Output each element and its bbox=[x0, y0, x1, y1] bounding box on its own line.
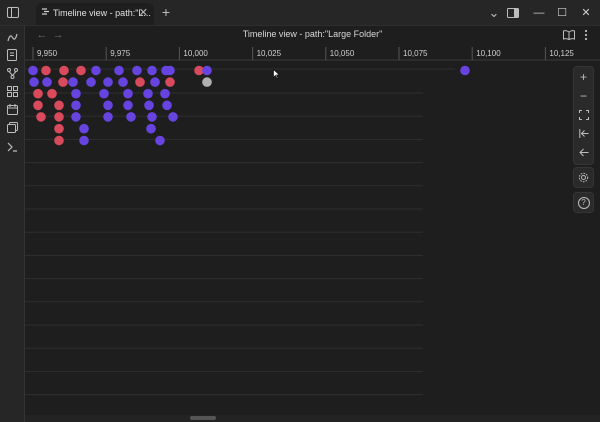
timeline-dot-purple[interactable] bbox=[126, 112, 136, 122]
timeline-dot-red[interactable] bbox=[76, 65, 86, 76]
timeline-dot-red[interactable] bbox=[135, 77, 145, 87]
timeline-dot-purple[interactable] bbox=[103, 77, 113, 87]
zoom-in-button[interactable]: + bbox=[574, 67, 593, 86]
close-window-button[interactable]: ✕ bbox=[570, 0, 600, 25]
timeline-dot-purple[interactable] bbox=[460, 65, 470, 76]
ruler-tick-label: 10,025 bbox=[257, 49, 282, 58]
ruler-tick-label: 10,000 bbox=[183, 49, 208, 58]
timeline-dot-red[interactable] bbox=[33, 88, 43, 99]
timeline-dot-red[interactable] bbox=[54, 135, 64, 146]
chevron-down-icon[interactable]: ⌄ bbox=[486, 0, 502, 25]
settings-button[interactable] bbox=[573, 167, 594, 188]
branch-icon[interactable] bbox=[0, 64, 24, 82]
title-bar: Timeline view - path:"L... ✕ + ⌄ — ☐ ✕ bbox=[0, 0, 600, 26]
timeline-dot-red[interactable] bbox=[59, 65, 69, 76]
timeline-dot-purple[interactable] bbox=[114, 65, 124, 76]
scrollbar-thumb[interactable] bbox=[190, 416, 216, 420]
timeline-dot-purple[interactable] bbox=[79, 135, 89, 146]
help-button[interactable]: ? bbox=[573, 192, 594, 213]
more-options-icon[interactable] bbox=[579, 26, 593, 44]
timeline-dot-purple[interactable] bbox=[91, 65, 101, 76]
fit-view-button[interactable] bbox=[574, 105, 593, 124]
timeline-dot-purple[interactable] bbox=[155, 135, 165, 146]
timeline-dot-grey[interactable] bbox=[202, 77, 212, 87]
timeline-dot-purple[interactable] bbox=[147, 112, 157, 122]
timeline-dot-purple[interactable] bbox=[165, 65, 175, 76]
horizontal-scrollbar[interactable] bbox=[25, 415, 600, 422]
timeline-dot-red[interactable] bbox=[165, 77, 175, 87]
timeline-tab-icon bbox=[41, 7, 50, 18]
timeline-dot-red[interactable] bbox=[54, 100, 64, 111]
timeline-dot-red[interactable] bbox=[54, 112, 64, 122]
timeline-dot-purple[interactable] bbox=[202, 65, 212, 76]
timeline-dot-red[interactable] bbox=[54, 123, 64, 134]
gear-icon bbox=[578, 172, 589, 183]
timeline-dot-purple[interactable] bbox=[150, 77, 160, 87]
jump-start-icon bbox=[578, 129, 588, 138]
graph-icon[interactable] bbox=[0, 28, 24, 46]
sidebar-toggle-icon[interactable] bbox=[4, 0, 22, 25]
scroll-left-button[interactable] bbox=[574, 143, 593, 162]
ruler-tick-label: 10,075 bbox=[403, 49, 428, 58]
split-view-icon[interactable] bbox=[505, 0, 521, 25]
timeline-dot-purple[interactable] bbox=[86, 77, 96, 87]
ruler-tick-label: 10,125 bbox=[549, 49, 574, 58]
copy-icon[interactable] bbox=[0, 118, 24, 136]
timeline-dot-purple[interactable] bbox=[160, 88, 170, 99]
timeline-dot-purple[interactable] bbox=[168, 112, 178, 122]
ruler-tick-label: 9,950 bbox=[37, 49, 58, 58]
mouse-cursor-icon bbox=[273, 68, 281, 82]
timeline-dot-purple[interactable] bbox=[29, 77, 39, 87]
arrow-left-icon bbox=[578, 148, 588, 157]
timeline-dot-purple[interactable] bbox=[132, 65, 142, 76]
fit-view-icon bbox=[578, 109, 589, 120]
timeline-dot-purple[interactable] bbox=[71, 100, 81, 111]
timeline-dot-purple[interactable] bbox=[71, 88, 81, 99]
tab-timeline-view[interactable]: Timeline view - path:"L... ✕ bbox=[36, 3, 154, 25]
files-icon[interactable] bbox=[0, 46, 24, 64]
timeline-dot-purple[interactable] bbox=[68, 77, 78, 87]
tab-label: Timeline view - path:"L... bbox=[53, 8, 151, 18]
timeline-dot-purple[interactable] bbox=[118, 77, 128, 87]
timeline-dot-red[interactable] bbox=[41, 65, 51, 76]
new-tab-button[interactable]: + bbox=[159, 3, 173, 21]
calendar-icon[interactable] bbox=[0, 100, 24, 118]
jump-to-start-button[interactable] bbox=[574, 124, 593, 143]
timeline-dot-red[interactable] bbox=[47, 88, 57, 99]
left-ribbon bbox=[0, 26, 25, 422]
timeline-dot-purple[interactable] bbox=[103, 100, 113, 111]
timeline-dot-purple[interactable] bbox=[71, 112, 81, 122]
timeline-dot-purple[interactable] bbox=[143, 88, 153, 99]
timeline-dot-purple[interactable] bbox=[123, 88, 133, 99]
help-icon: ? bbox=[577, 196, 590, 209]
timeline-dot-red[interactable] bbox=[33, 100, 43, 111]
zoom-out-button[interactable]: − bbox=[574, 86, 593, 105]
view-header: ← → Timeline view - path:"Large Folder" bbox=[25, 26, 600, 44]
timeline-dot-red[interactable] bbox=[36, 112, 46, 122]
timeline-dot-purple[interactable] bbox=[162, 100, 172, 111]
grid-icon[interactable] bbox=[0, 82, 24, 100]
timeline-dot-purple[interactable] bbox=[144, 100, 154, 111]
view-title: Timeline view - path:"Large Folder" bbox=[242, 29, 383, 39]
timeline-dot-purple[interactable] bbox=[103, 112, 113, 122]
timeline-plot[interactable]: 9,950 9,975 10,000 10,025 10,050 10,075 10,100… bbox=[25, 45, 600, 415]
timeline-dot-purple[interactable] bbox=[28, 65, 38, 76]
timeline-dot-purple[interactable] bbox=[99, 88, 109, 99]
reading-mode-icon[interactable] bbox=[562, 26, 576, 44]
timeline-dot-red[interactable] bbox=[58, 77, 68, 87]
timeline-canvas[interactable]: 9,950 9,975 10,000 10,025 10,050 10,075 10,100… bbox=[25, 45, 600, 415]
ruler-tick-label: 10,050 bbox=[330, 49, 355, 58]
timeline-dot-purple[interactable] bbox=[146, 123, 156, 134]
timeline-dot-purple[interactable] bbox=[147, 65, 157, 76]
timeline-dot-purple[interactable] bbox=[42, 77, 52, 87]
close-tab-icon[interactable]: ✕ bbox=[139, 6, 148, 19]
timeline-dot-purple[interactable] bbox=[79, 123, 89, 134]
timeline-dot-purple[interactable] bbox=[123, 100, 133, 111]
ruler-tick-label: 10,100 bbox=[476, 49, 501, 58]
terminal-icon[interactable] bbox=[0, 138, 24, 156]
ruler-tick-label: 9,975 bbox=[110, 49, 131, 58]
timeline-controls: + − bbox=[573, 66, 594, 165]
